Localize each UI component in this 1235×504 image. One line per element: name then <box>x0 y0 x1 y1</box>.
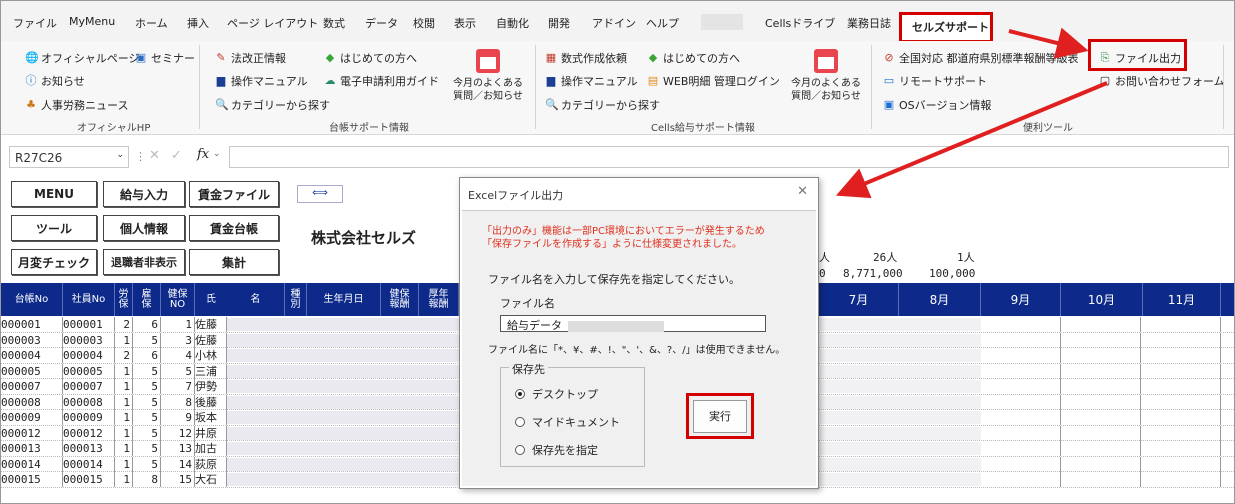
close-icon[interactable]: ✕ <box>797 184 808 199</box>
execute-highlight: 実行 <box>686 393 754 439</box>
radio-circle[interactable] <box>515 417 525 427</box>
redacted-text <box>568 320 664 332</box>
warning-line: 「保存ファイルを作成する」ように仕様変更されました。 <box>482 239 742 250</box>
execute-button[interactable]: 実行 <box>693 399 747 433</box>
warning-line: 「出力のみ」機能は一部PC環境においてエラーが発生するため <box>482 226 765 237</box>
arrow-to-dialog <box>835 81 1108 199</box>
file-output-dialog: Excelファイル出力 ✕ 「出力のみ」機能は一部PC環境においてエラーが発生す… <box>459 177 819 489</box>
radio-circle[interactable] <box>515 445 525 455</box>
instruction-text: ファイル名を入力して保存先を指定してください。 <box>488 273 741 286</box>
radio-specify-location[interactable]: 保存先を指定 <box>515 442 598 458</box>
radio-circle[interactable] <box>515 389 525 399</box>
invalid-chars-note: ファイル名に「*、¥、#、!、"、'、&、?、/」は使用できません。 <box>488 345 786 356</box>
dialog-body: 「出力のみ」機能は一部PC環境においてエラーが発生するため 「保存ファイルを作成… <box>462 210 816 486</box>
save-location-group: 保存先 デスクトップ マイドキュメント 保存先を指定 <box>500 361 645 467</box>
warning-message: 「出力のみ」機能は一部PC環境においてエラーが発生するため 「保存ファイルを作成… <box>482 225 765 251</box>
excel-window: ファイル MyMenu ホーム 挿入 ページ レイアウト 数式 データ 校閲 表… <box>0 0 1235 504</box>
radio-my-documents[interactable]: マイドキュメント <box>515 414 620 430</box>
radio-desktop[interactable]: デスクトップ <box>515 386 598 402</box>
filename-label: ファイル名 <box>500 297 555 310</box>
save-location-label: 保存先 <box>509 361 548 377</box>
filename-input[interactable]: 給与データ <box>500 315 766 332</box>
arrow-to-file-output <box>1008 27 1089 59</box>
dialog-title: Excelファイル出力 <box>468 189 564 202</box>
